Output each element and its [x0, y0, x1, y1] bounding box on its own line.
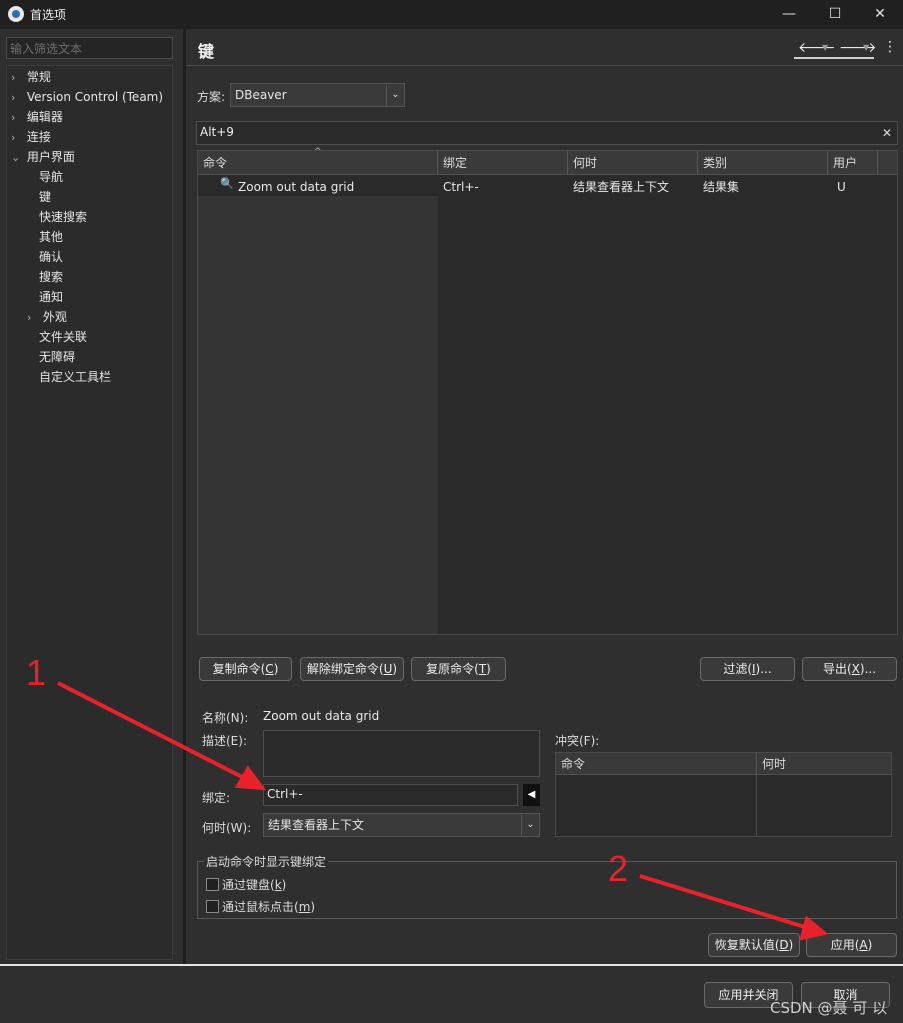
annotation-arrow-2-head	[799, 915, 829, 941]
annotation-arrows	[57, 681, 829, 941]
watermark: CSDN @聂 可 以	[770, 999, 888, 1017]
annotation-arrow-1-head	[234, 765, 267, 791]
annotation-arrow-2-line	[639, 874, 809, 930]
annotation-arrow-1-line	[57, 681, 249, 782]
